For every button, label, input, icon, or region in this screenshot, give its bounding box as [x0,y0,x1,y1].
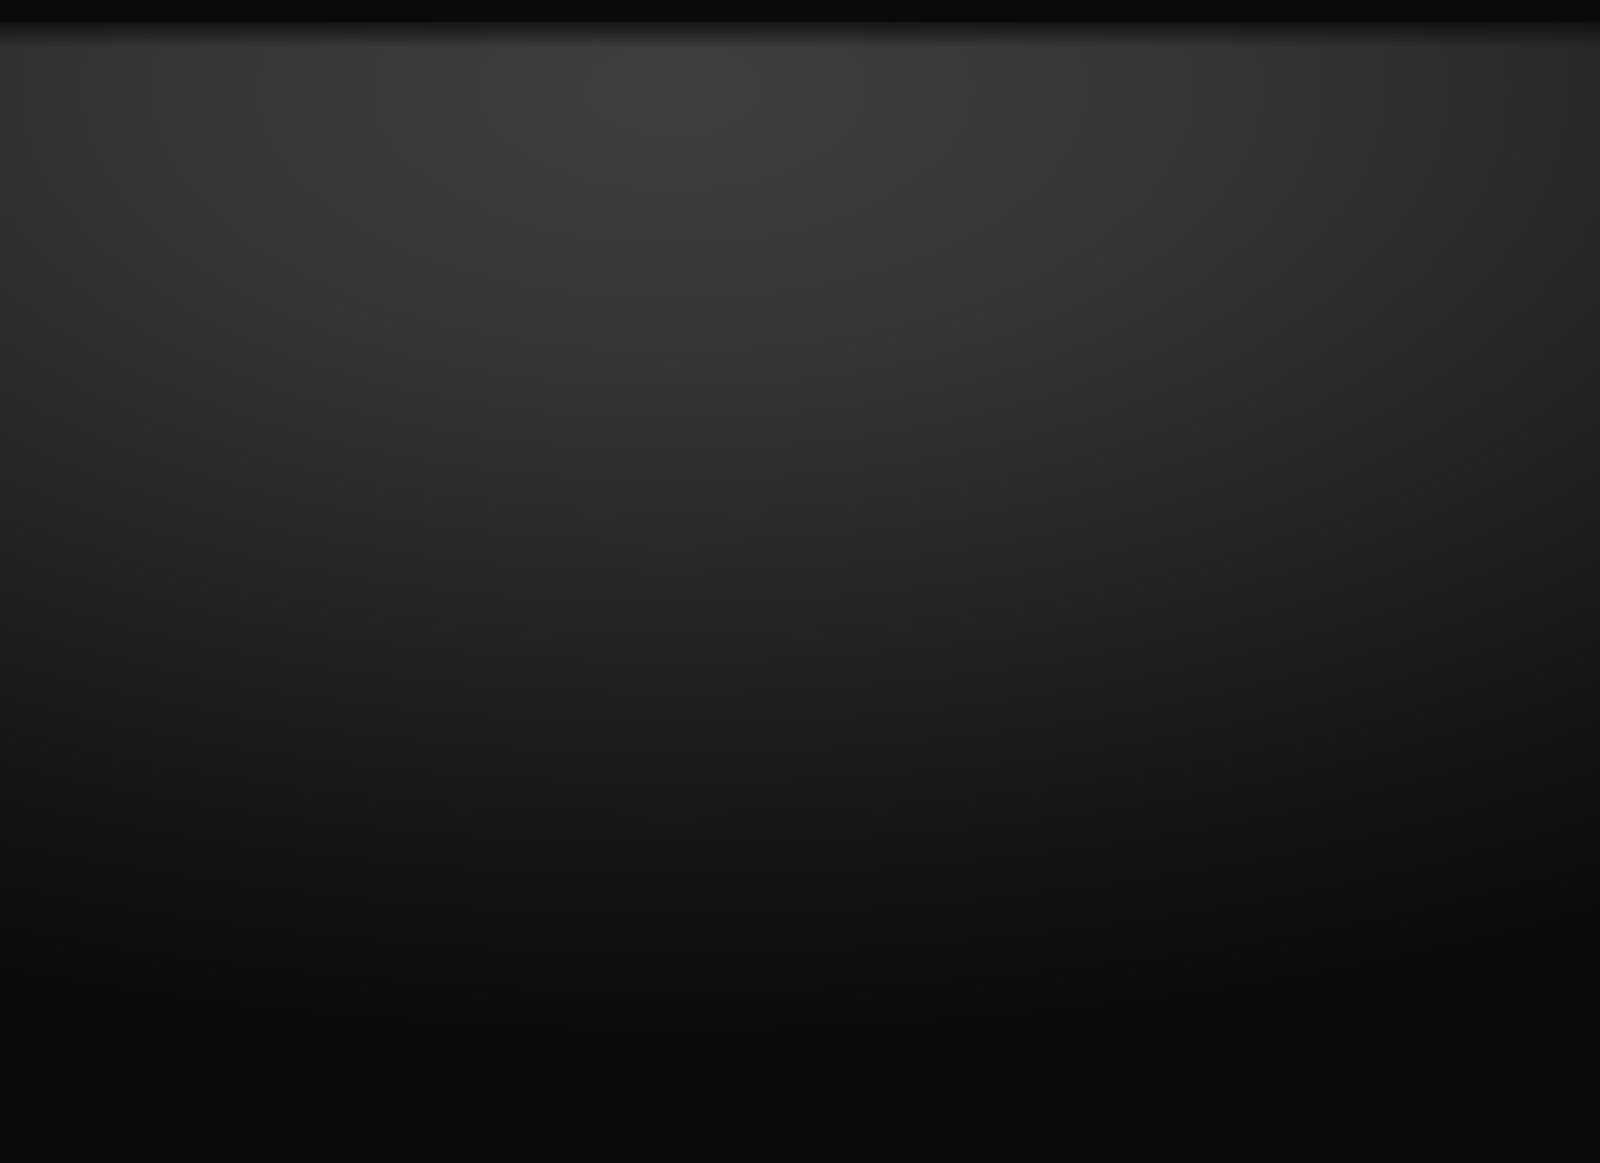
octopus-model[interactable] [0,22,1600,1156]
sculptris-window [0,0,1600,1163]
viewport-canvas[interactable] [0,22,1600,1156]
